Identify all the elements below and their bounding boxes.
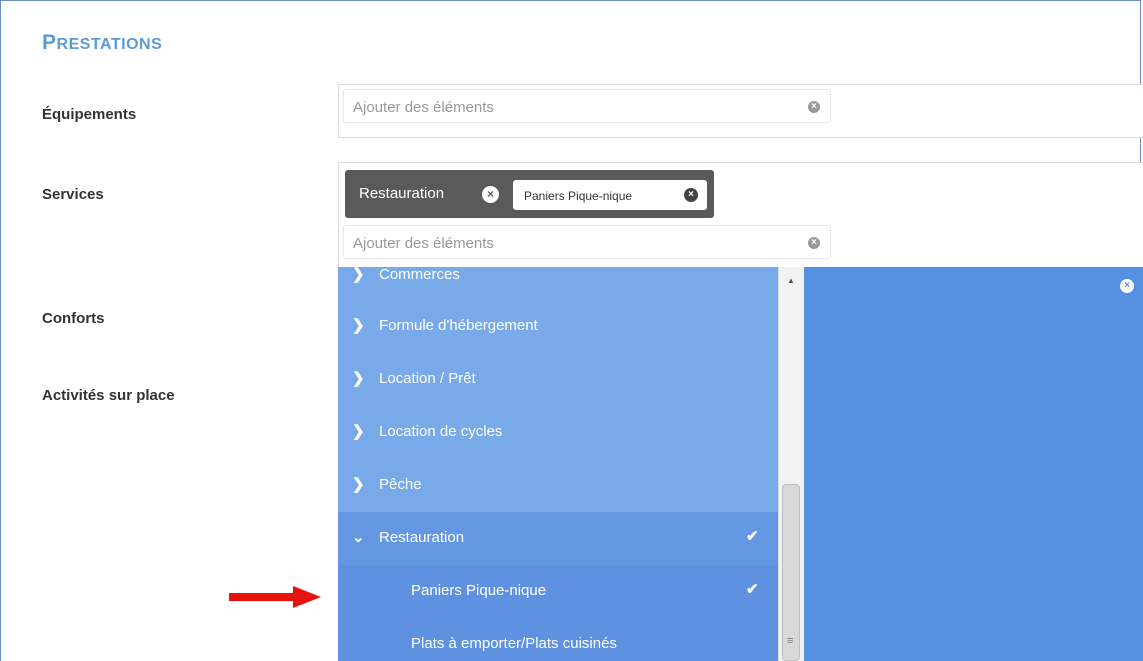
conforts-label: Conforts: [42, 310, 105, 327]
chevron-right-icon: ❯: [352, 317, 365, 334]
remove-tag-icon[interactable]: ×: [482, 186, 499, 203]
services-dropdown: ❯ Commerces ❯ Formule d'hébergement ❯ Lo…: [338, 267, 778, 661]
dropdown-item-label: Plats à emporter/Plats cuisinés: [411, 635, 617, 652]
selected-tag-group: Restauration × Paniers Pique-nique ×: [345, 170, 714, 218]
grip-icon: ≡: [787, 635, 794, 647]
chevron-right-icon: ❯: [352, 423, 365, 440]
dropdown-item-label: Paniers Pique-nique: [411, 582, 547, 599]
remove-subtag-icon[interactable]: ×: [684, 188, 698, 202]
tag-paniers-pique-nique: Paniers Pique-nique ×: [513, 180, 707, 210]
section-title: PRESTATIONS: [42, 31, 163, 54]
equipements-label: Équipements: [42, 106, 137, 123]
clear-icon[interactable]: ×: [808, 101, 820, 113]
activites-label: Activités sur place: [42, 387, 175, 404]
subcategory-panel: ×: [804, 267, 1143, 661]
services-placeholder: Ajouter des éléments: [353, 235, 494, 252]
dropdown-item-label: Restauration: [379, 529, 465, 546]
dropdown-subitem-plats[interactable]: Plats à emporter/Plats cuisinés: [338, 618, 778, 661]
check-icon: ✔: [746, 528, 759, 545]
tag-sub-label: Paniers Pique-nique: [524, 189, 633, 203]
chevron-right-icon: ❯: [352, 267, 365, 283]
clear-icon[interactable]: ×: [808, 237, 820, 249]
dropdown-item-formule[interactable]: ❯ Formule d'hébergement: [338, 300, 778, 353]
close-icon[interactable]: ×: [1120, 279, 1134, 293]
dropdown-item-label: Commerces: [379, 267, 460, 283]
scrollbar-thumb[interactable]: ≡: [782, 484, 800, 661]
chevron-down-icon: ⌄: [352, 529, 365, 546]
equipements-placeholder: Ajouter des éléments: [353, 99, 494, 116]
dropdown-item-label: Pêche: [379, 476, 422, 493]
dropdown-item-commerces[interactable]: ❯ Commerces: [338, 267, 778, 302]
dropdown-item-peche[interactable]: ❯ Pêche: [338, 459, 778, 512]
dropdown-scrollbar[interactable]: ▲ ≡: [778, 267, 804, 661]
services-input[interactable]: Ajouter des éléments ×: [343, 225, 831, 259]
chevron-right-icon: ❯: [352, 476, 365, 493]
dropdown-item-restauration[interactable]: ⌄ Restauration ✔: [338, 512, 778, 565]
services-label: Services: [42, 186, 104, 203]
dropdown-item-label: Location / Prêt: [379, 370, 476, 387]
dropdown-item-label: Formule d'hébergement: [379, 317, 538, 334]
check-icon: ✔: [746, 581, 759, 598]
dropdown-subitem-paniers[interactable]: Paniers Pique-nique ✔: [338, 565, 778, 618]
red-arrow-icon: [229, 586, 321, 608]
dropdown-item-location-cycles[interactable]: ❯ Location de cycles: [338, 406, 778, 459]
chevron-right-icon: ❯: [352, 370, 365, 387]
equipements-input[interactable]: Ajouter des éléments ×: [343, 89, 831, 123]
scroll-up-icon[interactable]: ▲: [787, 276, 795, 285]
tag-restauration: Restauration: [359, 185, 445, 202]
dropdown-item-location-pret[interactable]: ❯ Location / Prêt: [338, 353, 778, 406]
dropdown-item-label: Location de cycles: [379, 423, 503, 440]
